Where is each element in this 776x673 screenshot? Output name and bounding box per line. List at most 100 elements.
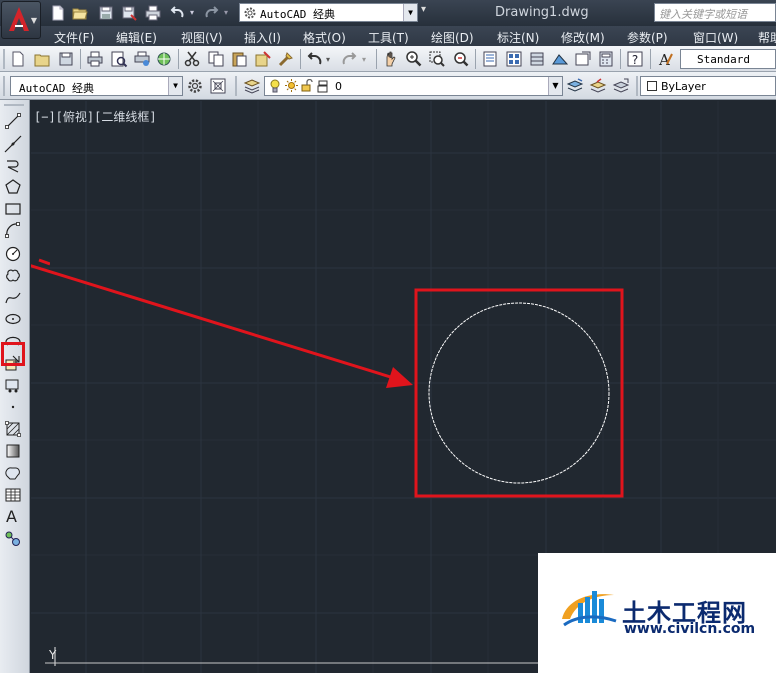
publish-icon[interactable] bbox=[133, 50, 151, 68]
table-tool-icon[interactable] bbox=[4, 486, 22, 504]
customize-quick-access-icon[interactable]: ▾ bbox=[421, 4, 431, 20]
layer-color-swatch-icon bbox=[317, 80, 328, 93]
drawn-circle[interactable] bbox=[428, 302, 610, 484]
properties-icon[interactable] bbox=[481, 50, 499, 68]
title-bar: ▾ ▾ AutoCAD 经典 ▼ ▾ Drawing1.dwg 键入关键字或短语 bbox=[0, 0, 776, 26]
layer-previous-icon[interactable] bbox=[589, 77, 607, 95]
menu-help[interactable]: 帮助 bbox=[758, 29, 776, 46]
markup-set-icon[interactable] bbox=[574, 50, 592, 68]
menu-tools[interactable]: 工具(T) bbox=[368, 29, 409, 46]
paste-icon[interactable] bbox=[230, 50, 248, 68]
zoom-realtime-icon[interactable] bbox=[405, 50, 423, 68]
add-selected-icon[interactable] bbox=[4, 530, 22, 548]
rectangle-tool-icon[interactable] bbox=[4, 200, 22, 218]
lightbulb-icon[interactable] bbox=[269, 79, 281, 93]
layer-properties-icon[interactable] bbox=[243, 77, 261, 95]
arc-tool-icon[interactable] bbox=[4, 221, 22, 239]
sun-icon[interactable] bbox=[285, 79, 298, 92]
menu-dimension[interactable]: 标注(N) bbox=[497, 29, 539, 46]
draw-toolbar: A bbox=[0, 100, 30, 673]
chevron-down-icon[interactable]: ▼ bbox=[548, 77, 562, 95]
layer-state-icon[interactable] bbox=[612, 77, 630, 95]
standard-toolbar: ▾ ▾ ? A bbox=[0, 46, 776, 72]
workspace-selector[interactable]: AutoCAD 经典 ▼ bbox=[239, 3, 418, 22]
circle-tool-icon[interactable] bbox=[4, 245, 22, 263]
undo-dropdown-icon[interactable]: ▾ bbox=[190, 8, 198, 24]
zoom-window-icon[interactable] bbox=[428, 50, 446, 68]
make-current-layer-icon[interactable] bbox=[566, 77, 584, 95]
redo-icon[interactable] bbox=[340, 50, 358, 68]
unlock-icon[interactable] bbox=[301, 79, 313, 92]
watermark: 土木工程网 www.civilcn.com bbox=[538, 553, 776, 673]
cut-icon[interactable] bbox=[183, 50, 201, 68]
design-center-icon[interactable] bbox=[505, 50, 523, 68]
color-swatch bbox=[647, 81, 657, 91]
workspace-selector-value: AutoCAD 经典 bbox=[260, 8, 335, 21]
menu-format[interactable]: 格式(O) bbox=[303, 29, 346, 46]
match-properties-icon[interactable] bbox=[277, 50, 295, 68]
gradient-tool-icon[interactable] bbox=[4, 442, 22, 460]
3d-dwf-icon[interactable] bbox=[155, 50, 173, 68]
save-as-icon[interactable] bbox=[121, 5, 137, 21]
chevron-down-icon[interactable]: ▼ bbox=[168, 77, 182, 95]
construction-line-icon[interactable] bbox=[4, 135, 22, 153]
new-icon[interactable] bbox=[9, 50, 27, 68]
viewport-controls-label[interactable]: [−][俯视][二维线框] bbox=[34, 108, 157, 125]
text-style-selector[interactable]: Standard bbox=[680, 49, 776, 69]
menu-parametric[interactable]: 参数(P) bbox=[627, 29, 668, 46]
search-input[interactable]: 键入关键字或短语 bbox=[654, 3, 776, 22]
workspace-toolbar-value: AutoCAD 经典 bbox=[19, 82, 94, 95]
menu-view[interactable]: 视图(V) bbox=[181, 29, 223, 46]
help-icon[interactable]: ? bbox=[626, 50, 644, 68]
chevron-down-icon[interactable]: ▼ bbox=[403, 4, 417, 21]
menu-insert[interactable]: 插入(I) bbox=[244, 29, 281, 46]
civilcn-logo-icon bbox=[562, 591, 617, 627]
region-tool-icon[interactable] bbox=[4, 464, 22, 482]
sheet-set-icon[interactable] bbox=[551, 50, 569, 68]
spline-tool-icon[interactable] bbox=[4, 289, 22, 307]
print-icon[interactable] bbox=[145, 5, 161, 21]
workspace-settings-icon[interactable] bbox=[186, 77, 204, 95]
redo-dropdown-icon[interactable]: ▾ bbox=[224, 8, 232, 24]
undo-icon[interactable] bbox=[170, 5, 186, 21]
circle-highlight-box bbox=[414, 288, 624, 498]
polygon-tool-icon[interactable] bbox=[4, 178, 22, 196]
plot-icon[interactable] bbox=[86, 50, 104, 68]
redo-icon[interactable] bbox=[203, 5, 219, 21]
workspace-save-icon[interactable] bbox=[209, 77, 227, 95]
pan-icon[interactable] bbox=[382, 50, 400, 68]
menu-window[interactable]: 窗口(W) bbox=[693, 29, 738, 46]
plot-preview-icon[interactable] bbox=[110, 50, 128, 68]
open-file-icon[interactable] bbox=[72, 5, 88, 21]
layer-selector[interactable]: 0 ▼ bbox=[264, 76, 563, 96]
new-file-icon[interactable] bbox=[50, 5, 66, 21]
save-icon[interactable] bbox=[98, 5, 114, 21]
menu-modify[interactable]: 修改(M) bbox=[561, 29, 605, 46]
zoom-previous-icon[interactable] bbox=[452, 50, 470, 68]
menu-draw[interactable]: 绘图(D) bbox=[431, 29, 474, 46]
make-block-icon[interactable] bbox=[4, 376, 22, 394]
revision-cloud-icon[interactable] bbox=[4, 267, 22, 285]
multiline-text-icon[interactable]: A bbox=[6, 507, 17, 526]
polyline-tool-icon[interactable] bbox=[4, 157, 22, 175]
text-style-icon[interactable]: A bbox=[656, 50, 674, 69]
block-insert-icon[interactable] bbox=[254, 50, 272, 68]
open-icon[interactable] bbox=[33, 50, 51, 68]
copy-icon[interactable] bbox=[207, 50, 225, 68]
line-tool-icon[interactable] bbox=[4, 112, 22, 130]
undo-icon[interactable] bbox=[306, 50, 324, 68]
menu-file[interactable]: 文件(F) bbox=[54, 29, 94, 46]
menu-bar: 文件(F) 编辑(E) 视图(V) 插入(I) 格式(O) 工具(T) 绘图(D… bbox=[0, 26, 776, 46]
color-control-selector[interactable]: ByLayer bbox=[640, 76, 776, 96]
menu-edit[interactable]: 编辑(E) bbox=[116, 29, 157, 46]
redo-dropdown-icon[interactable]: ▾ bbox=[362, 50, 370, 68]
save-icon[interactable] bbox=[57, 50, 75, 68]
tool-palettes-icon[interactable] bbox=[528, 50, 546, 68]
ellipse-tool-icon[interactable] bbox=[4, 310, 22, 328]
workspace-toolbar-selector[interactable]: AutoCAD 经典 ▼ bbox=[10, 76, 183, 96]
hatch-tool-icon[interactable] bbox=[4, 420, 22, 438]
undo-dropdown-icon[interactable]: ▾ bbox=[326, 50, 334, 68]
calculator-icon[interactable] bbox=[597, 50, 615, 68]
application-menu-button[interactable]: ▼ bbox=[1, 1, 41, 39]
point-tool-icon[interactable] bbox=[4, 398, 22, 416]
